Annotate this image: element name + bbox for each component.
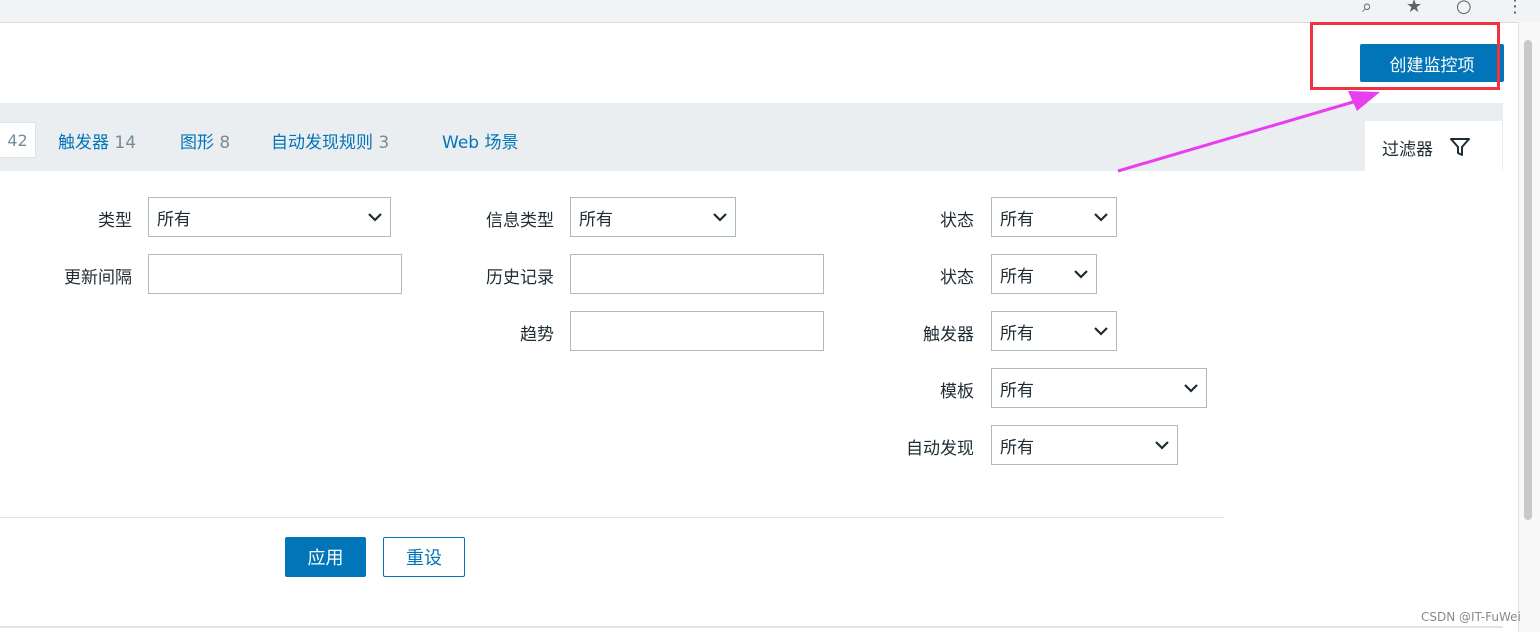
- tab-items-count[interactable]: 42: [0, 122, 36, 158]
- chevron-down-icon: [1086, 212, 1116, 222]
- tab-graphs[interactable]: 图形 8: [180, 128, 230, 153]
- more-icon[interactable]: ⋮: [1506, 0, 1524, 16]
- type-label: 类型: [98, 211, 132, 231]
- trends-input[interactable]: [570, 311, 824, 351]
- filter-funnel-icon: [1450, 138, 1470, 156]
- tab-web-scenarios[interactable]: Web 场景: [442, 128, 518, 153]
- discovery-select[interactable]: 所有: [991, 425, 1178, 465]
- chevron-down-icon: [1086, 326, 1116, 336]
- trends-label: 趋势: [520, 325, 554, 345]
- annotation-highlight-box: [1310, 22, 1500, 90]
- discovery-label: 自动发现: [906, 439, 974, 459]
- info-type-label: 信息类型: [486, 211, 554, 231]
- status-label: 状态: [940, 268, 974, 288]
- watermark: CSDN @IT-FuWei: [1421, 610, 1521, 624]
- history-label: 历史记录: [486, 268, 554, 288]
- browser-toolbar: [0, 0, 1540, 23]
- type-select[interactable]: 所有: [148, 197, 391, 237]
- zoom-icon[interactable]: ⌕: [1362, 0, 1372, 16]
- filter-tab-label: 过滤器: [1382, 139, 1433, 160]
- tab-label: Web 场景: [442, 133, 519, 153]
- status-select[interactable]: 所有: [991, 254, 1097, 294]
- chevron-down-icon: [1176, 383, 1206, 393]
- bookmark-icon[interactable]: ★: [1406, 0, 1422, 16]
- triggers-label: 触发器: [923, 325, 974, 345]
- tab-triggers[interactable]: 触发器 14: [58, 128, 136, 153]
- template-label: 模板: [940, 382, 974, 402]
- tab-count: 14: [114, 133, 137, 153]
- apply-button[interactable]: 应用: [285, 537, 366, 577]
- template-select[interactable]: 所有: [991, 368, 1207, 408]
- update-interval-input[interactable]: [148, 254, 402, 294]
- tab-count: 8: [219, 133, 231, 153]
- reset-button[interactable]: 重设: [383, 537, 465, 577]
- update-interval-label: 更新间隔: [64, 268, 132, 288]
- filter-panel: [0, 171, 1503, 628]
- tab-label: 自动发现规则: [271, 133, 373, 153]
- scrollbar-thumb[interactable]: [1524, 40, 1532, 520]
- chevron-down-icon: [1066, 269, 1096, 279]
- state-label: 状态: [940, 211, 974, 231]
- triggers-select[interactable]: 所有: [991, 311, 1117, 351]
- tab-label: 触发器: [58, 133, 109, 153]
- chevron-down-icon: [1147, 440, 1177, 450]
- profile-icon[interactable]: ○: [1456, 0, 1472, 16]
- filter-divider: [0, 517, 1224, 518]
- history-input[interactable]: [570, 254, 824, 294]
- info-type-select[interactable]: 所有: [570, 197, 736, 237]
- chevron-down-icon: [705, 212, 735, 222]
- chevron-down-icon: [360, 212, 390, 222]
- tab-label: 图形: [180, 133, 214, 153]
- state-select[interactable]: 所有: [991, 197, 1117, 237]
- filter-tab[interactable]: 过滤器: [1365, 121, 1502, 173]
- tab-count: 3: [378, 133, 390, 153]
- tab-discovery-rules[interactable]: 自动发现规则 3: [271, 128, 389, 153]
